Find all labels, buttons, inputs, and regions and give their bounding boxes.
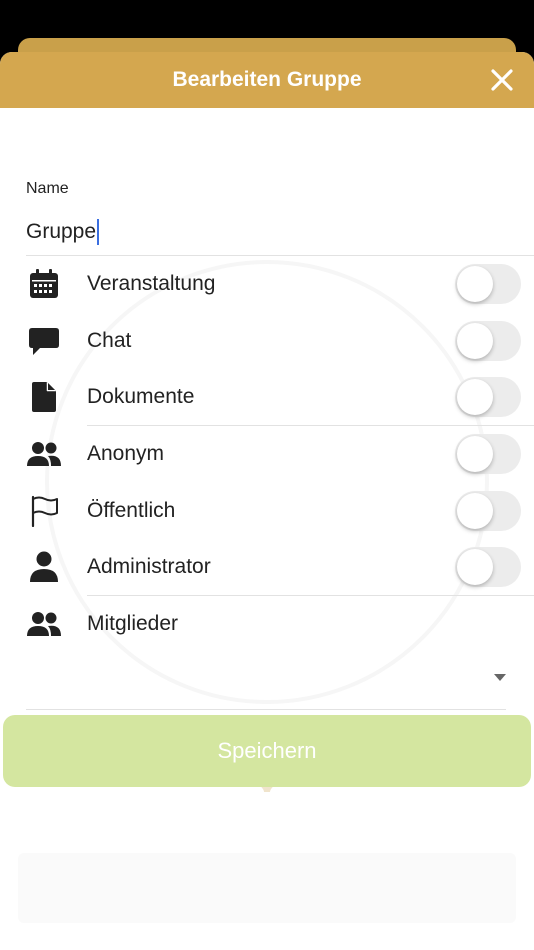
option-label: Administrator [87,555,211,578]
save-button[interactable]: Speichern [3,715,531,787]
option-row-dokumente: Dokumente [0,369,534,425]
close-button[interactable] [488,66,516,94]
option-row-veranstaltung: Veranstaltung [0,256,534,312]
name-input[interactable]: Gruppe [26,216,506,248]
option-row-administrator: Administrator [0,539,534,595]
user-icon [26,549,62,585]
option-label: Dokumente [87,385,195,408]
sheet-header: Bearbeiten Gruppe [0,52,534,108]
option-label: Veranstaltung [87,272,216,295]
chat-toggle[interactable] [455,321,521,361]
veranstaltung-toggle[interactable] [455,264,521,304]
users-icon [26,436,62,472]
name-value: Gruppe [26,220,97,243]
sheet-title: Bearbeiten Gruppe [172,68,362,91]
oeffentlich-toggle[interactable] [455,491,521,531]
dokumente-toggle[interactable] [455,377,521,417]
chevron-down-icon [494,674,506,681]
divider [26,709,506,710]
members-row: Mitglieder [0,596,534,652]
users-icon [26,606,62,642]
toggle-knob [457,379,493,415]
edit-group-sheet: Bearbeiten Gruppe Name Gruppe Veranstalt… [0,52,534,950]
chat-bubble-icon [26,323,62,359]
administrator-toggle[interactable] [455,547,521,587]
background-blur [18,853,516,923]
flag-icon [26,493,62,529]
toggle-knob [457,323,493,359]
members-dropdown[interactable] [26,656,506,706]
document-icon [26,379,62,415]
option-label: Anonym [87,442,165,465]
option-row-chat: Chat [0,313,534,369]
toggle-knob [457,549,493,585]
close-icon [491,69,513,91]
members-label: Mitglieder [87,612,179,635]
calendar-icon [26,266,62,302]
text-caret [97,219,100,245]
option-row-oeffentlich: Öffentlich [0,483,534,539]
toggle-knob [457,436,493,472]
anonym-toggle[interactable] [455,434,521,474]
option-row-anonym: Anonym [0,426,534,482]
name-label: Name [26,180,69,197]
option-label: Chat [87,329,132,352]
toggle-knob [457,266,493,302]
toggle-knob [457,493,493,529]
option-label: Öffentlich [87,499,176,522]
